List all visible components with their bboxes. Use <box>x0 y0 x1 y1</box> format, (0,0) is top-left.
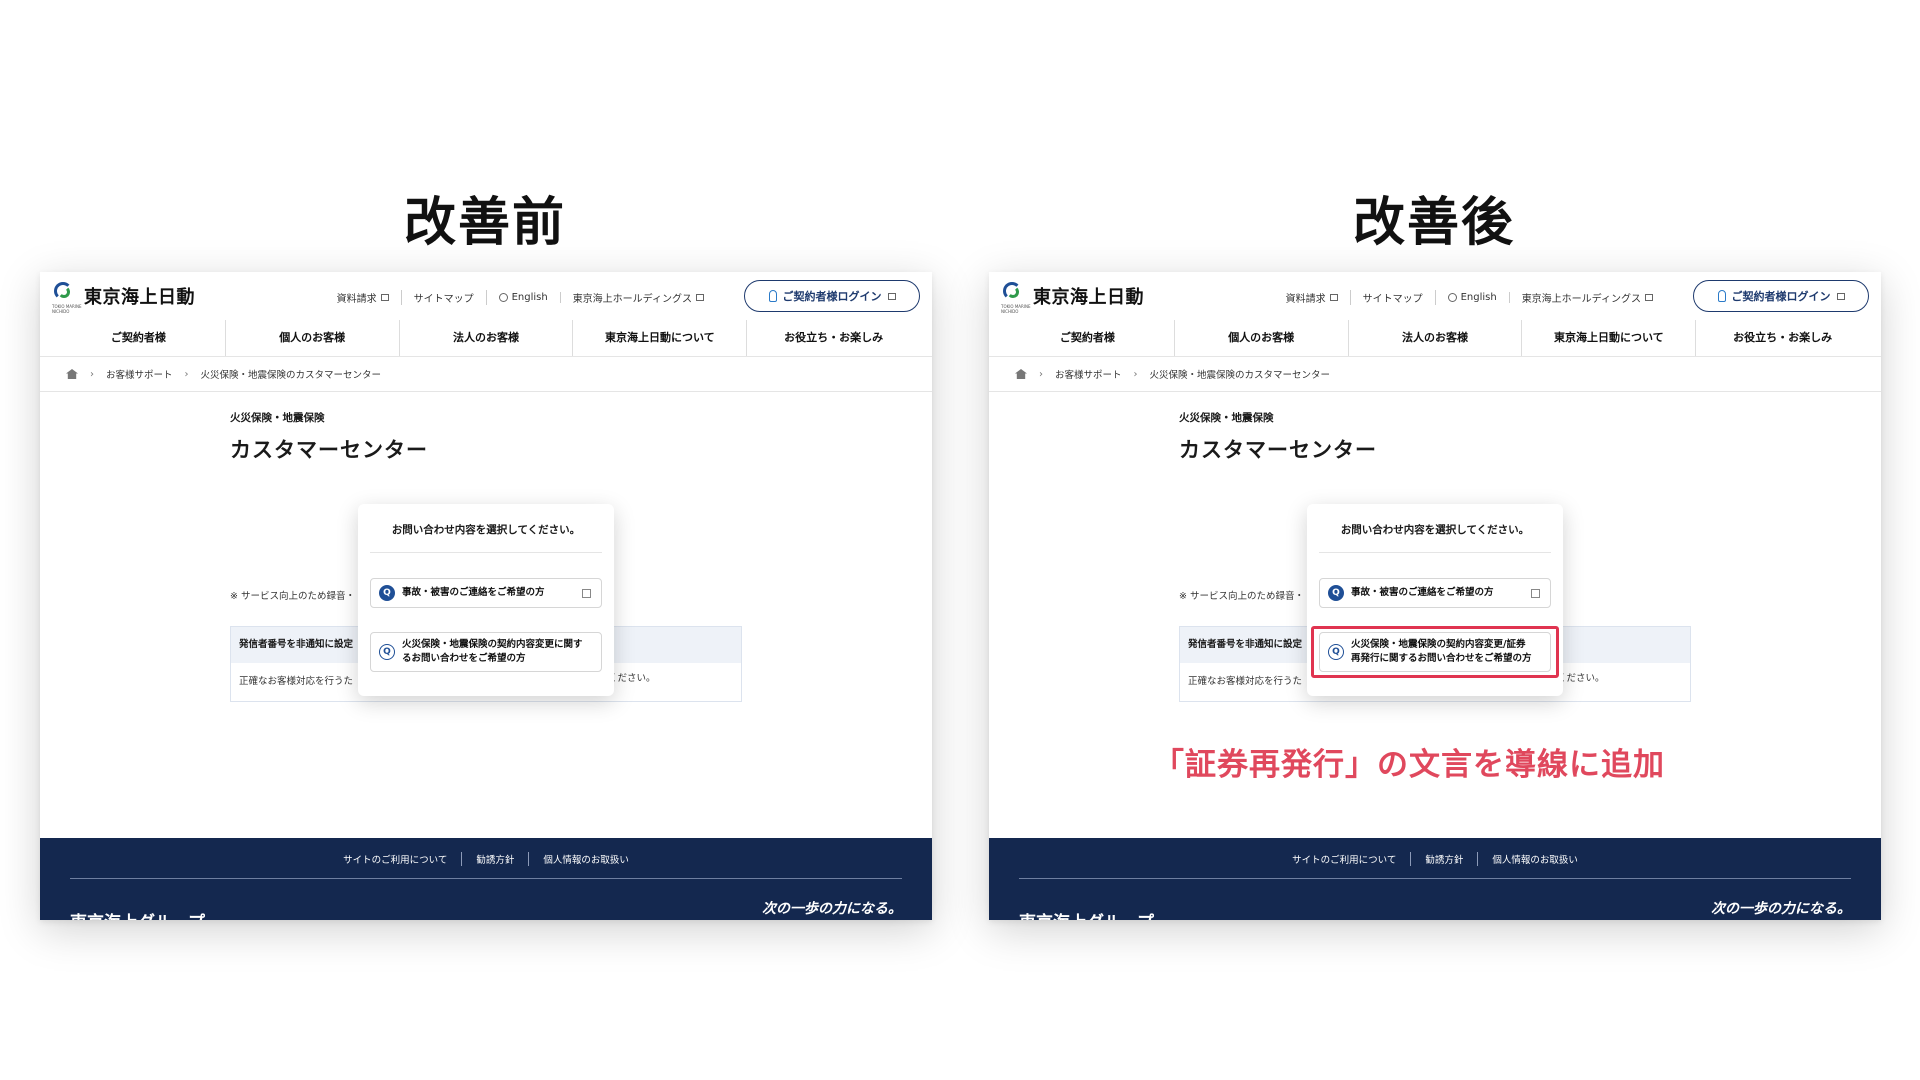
nav-useful[interactable]: お役立ち・お楽しみ <box>1696 320 1869 356</box>
after-heading: 改善後 <box>1352 193 1515 253</box>
footer-brand: 東京海上グループ <box>1019 908 1154 920</box>
chevron-right-icon: › <box>1039 368 1043 380</box>
external-link-icon <box>1531 589 1540 598</box>
utility-links: 資料請求 サイトマップ English 東京海上ホールディングス <box>325 290 716 305</box>
util-link-holdings[interactable]: 東京海上ホールディングス <box>1510 290 1665 305</box>
footer-link-policy[interactable]: 勧誘方針 <box>462 852 530 866</box>
util-link-request[interactable]: 資料請求 <box>325 290 402 305</box>
globe-icon <box>1447 293 1457 302</box>
footer-link-policy[interactable]: 勧誘方針 <box>1411 852 1479 866</box>
nav-corporate[interactable]: 法人のお客様 <box>1349 320 1523 356</box>
breadcrumb-current: 火災保険・地震保険のカスタマーセンター <box>200 370 382 381</box>
page-title: カスタマーセンター <box>230 438 428 462</box>
util-link-holdings[interactable]: 東京海上ホールディングス <box>561 290 716 305</box>
site-header: TOKIO MARINE NICHIDO 東京海上日動 資料請求 サイトマップ … <box>40 272 932 320</box>
site-footer: サイトのご利用について 勧誘方針 個人情報のお取扱い 東京海上グループ 次の一歩… <box>40 838 932 920</box>
utility-links: 資料請求 サイトマップ English 東京海上ホールディングス <box>1274 290 1665 305</box>
page-title: カスタマーセンター <box>1179 438 1377 462</box>
modal-title: お問い合わせ内容を選択してください。 <box>391 524 581 536</box>
nav-corporate[interactable]: 法人のお客様 <box>400 320 574 356</box>
breadcrumb-support[interactable]: お客様サポート <box>106 367 173 381</box>
breadcrumb: › お客様サポート › 火災保険・地震保険のカスタマーセンター <box>989 356 1881 392</box>
external-link-icon <box>887 292 896 300</box>
util-link-sitemap[interactable]: サイトマップ <box>402 290 487 305</box>
person-icon <box>768 290 777 302</box>
util-link-english[interactable]: English <box>1436 292 1510 303</box>
login-button[interactable]: ご契約者様ログイン <box>744 280 920 312</box>
breadcrumb-current: 火災保険・地震保険のカスタマーセンター <box>1149 370 1331 381</box>
site-header: TOKIO MARINE NICHIDO 東京海上日動 資料請求 サイトマップ … <box>989 272 1881 320</box>
nav-about[interactable]: 東京海上日動について <box>573 320 748 356</box>
option-accident-button[interactable]: Q 事故・被害のご連絡をご希望の方 <box>370 578 602 608</box>
breadcrumb: › お客様サポート › 火災保険・地震保険のカスタマーセンター <box>40 356 932 392</box>
recording-notice: ※ サービス向上のため録音・ <box>1179 591 1304 602</box>
chevron-right-icon: › <box>90 368 94 380</box>
nav-individual[interactable]: 個人のお客様 <box>1175 320 1349 356</box>
notice-box-tail: ください。 <box>608 673 656 684</box>
after-screenshot: TOKIO MARINE NICHIDO 東京海上日動 資料請求 サイトマップ … <box>989 272 1881 920</box>
external-link-icon <box>696 294 704 301</box>
inquiry-modal: お問い合わせ内容を選択してください。 Q 事故・被害のご連絡をご希望の方 Q 火… <box>1307 504 1563 696</box>
util-link-request[interactable]: 資料請求 <box>1274 290 1351 305</box>
person-icon <box>1717 290 1726 302</box>
footer-slogan: 次の一歩の力になる。 <box>1711 901 1851 917</box>
modal-divider <box>370 552 602 553</box>
footer-links: サイトのご利用について 勧誘方針 個人情報のお取扱い <box>989 852 1881 866</box>
chevron-right-icon: › <box>184 368 189 380</box>
footer-divider <box>1019 878 1851 879</box>
footer-link-privacy[interactable]: 個人情報のお取扱い <box>529 852 643 866</box>
page-eyebrow: 火災保険・地震保険 <box>230 412 325 424</box>
footer-links: サイトのご利用について 勧誘方針 個人情報のお取扱い <box>40 852 932 866</box>
external-link-icon <box>1836 292 1845 300</box>
q-icon: Q <box>379 585 395 601</box>
q-icon: Q <box>1328 585 1344 601</box>
footer-brand: 東京海上グループ <box>70 908 205 920</box>
inquiry-modal: お問い合わせ内容を選択してください。 Q 事故・被害のご連絡をご希望の方 Q 火… <box>358 504 614 696</box>
highlight-box <box>1311 626 1559 678</box>
annotation-text: 「証券再発行」の文言を導線に追加 <box>1153 747 1665 783</box>
logo-text: 東京海上日動 <box>84 287 195 308</box>
globe-icon <box>498 293 508 302</box>
home-icon[interactable] <box>1015 369 1027 379</box>
external-link-icon <box>380 294 389 301</box>
breadcrumb-support[interactable]: お客様サポート <box>1055 367 1122 381</box>
logo-text: 東京海上日動 <box>1033 287 1144 308</box>
nav-contractors[interactable]: ご契約者様 <box>1001 320 1175 356</box>
footer-link-privacy[interactable]: 個人情報のお取扱い <box>1478 852 1592 866</box>
nav-about[interactable]: 東京海上日動について <box>1522 320 1697 356</box>
notice-box-tail: ください。 <box>1557 673 1605 684</box>
modal-title: お問い合わせ内容を選択してください。 <box>1340 524 1530 536</box>
nav-useful[interactable]: お役立ち・お楽しみ <box>747 320 920 356</box>
before-heading: 改善前 <box>403 193 566 253</box>
page-eyebrow: 火災保険・地震保険 <box>1179 412 1274 424</box>
site-logo[interactable]: TOKIO MARINE NICHIDO 東京海上日動 <box>52 282 195 314</box>
option-contract-change-button[interactable]: Q 火災保険・地震保険の契約内容変更に関す るお問い合わせをご希望の方 <box>370 632 602 672</box>
global-nav: ご契約者様 個人のお客様 法人のお客様 東京海上日動について お役立ち・お楽しみ <box>52 320 920 356</box>
home-icon[interactable] <box>66 369 78 379</box>
logo-mark-icon: TOKIO MARINE NICHIDO <box>1001 282 1030 314</box>
footer-link-terms[interactable]: サイトのご利用について <box>1278 852 1412 866</box>
option-accident-button[interactable]: Q 事故・被害のご連絡をご希望の方 <box>1319 578 1551 608</box>
util-link-sitemap[interactable]: サイトマップ <box>1351 290 1436 305</box>
util-link-english[interactable]: English <box>487 292 561 303</box>
footer-divider <box>70 878 902 879</box>
chevron-right-icon: › <box>1133 368 1138 380</box>
login-button[interactable]: ご契約者様ログイン <box>1693 280 1869 312</box>
nav-contractors[interactable]: ご契約者様 <box>52 320 226 356</box>
logo-mark-icon: TOKIO MARINE NICHIDO <box>52 282 81 314</box>
footer-link-terms[interactable]: サイトのご利用について <box>329 852 463 866</box>
before-screenshot: TOKIO MARINE NICHIDO 東京海上日動 資料請求 サイトマップ … <box>40 272 932 920</box>
external-link-icon <box>582 589 591 598</box>
external-link-icon <box>1329 294 1338 301</box>
global-nav: ご契約者様 個人のお客様 法人のお客様 東京海上日動について お役立ち・お楽しみ <box>1001 320 1869 356</box>
nav-individual[interactable]: 個人のお客様 <box>226 320 400 356</box>
footer-slogan: 次の一歩の力になる。 <box>762 901 902 917</box>
recording-notice: ※ サービス向上のため録音・ <box>230 591 355 602</box>
modal-divider <box>1319 552 1551 553</box>
site-footer: サイトのご利用について 勧誘方針 個人情報のお取扱い 東京海上グループ 次の一歩… <box>989 838 1881 920</box>
external-link-icon <box>1645 294 1653 301</box>
site-logo[interactable]: TOKIO MARINE NICHIDO 東京海上日動 <box>1001 282 1144 314</box>
q-icon: Q <box>379 644 395 660</box>
